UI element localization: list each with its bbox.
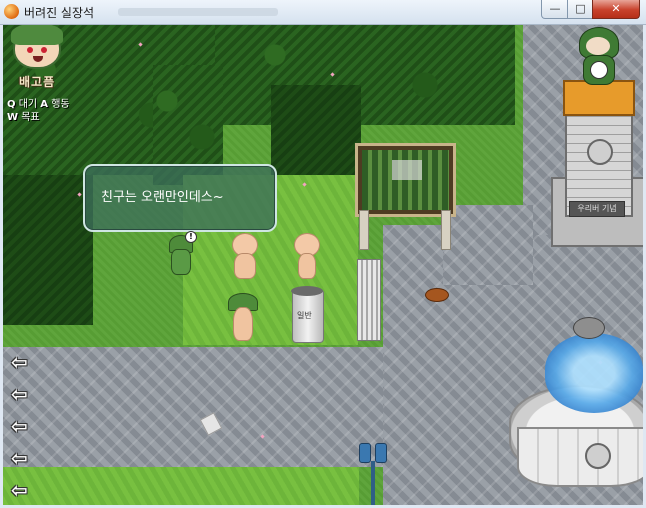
- naked-creature[interactable]: [291, 233, 321, 279]
- speech-bubble: 친구는 오랜만인데스~: [83, 164, 277, 232]
- portrait-mouth: [33, 56, 43, 62]
- portrait-eye: [41, 47, 47, 53]
- maximize-button[interactable]: □: [567, 0, 594, 19]
- creature-body: [233, 307, 253, 341]
- bread-item[interactable]: [425, 288, 449, 302]
- left-arrow-icon[interactable]: ⇦: [11, 416, 37, 436]
- park-map: [362, 150, 449, 210]
- monument-plaque: 우리버 기념: [569, 201, 625, 217]
- statue-face: [586, 37, 610, 55]
- trash-can-lid: [291, 286, 323, 296]
- left-arrow-icon[interactable]: ⇦: [11, 480, 37, 500]
- park-map-board[interactable]: [355, 143, 456, 217]
- hunger-status: 배고픔: [19, 75, 56, 89]
- lamp-light: [375, 443, 387, 463]
- left-arrow-icon[interactable]: ⇦: [11, 448, 37, 468]
- naked-creature[interactable]: [229, 233, 259, 279]
- stone-path: [3, 347, 383, 467]
- trash-can[interactable]: 일반: [291, 286, 324, 343]
- street-lamp: [359, 443, 387, 505]
- trash-can-label: 일반: [297, 311, 312, 320]
- left-arrow-icon[interactable]: ⇦: [11, 352, 37, 372]
- window-title: 버려진 실장석: [24, 6, 95, 20]
- grass-patch: [3, 465, 359, 505]
- board-post: [359, 210, 369, 250]
- fountain-emblem: [585, 443, 611, 469]
- hint-key: A: [40, 99, 49, 110]
- forest-canopy: [3, 175, 93, 325]
- portrait-hood: [11, 25, 63, 45]
- monument-emblem: [587, 139, 613, 165]
- fountain-wall: [517, 427, 643, 487]
- forest-canopy: [215, 25, 515, 125]
- fountain-statue: [573, 317, 605, 339]
- character-portrait: [11, 25, 63, 69]
- exclamation-icon: !: [185, 231, 197, 243]
- game-viewport[interactable]: 배고픔 Q 대기 A 행동 W 목표 친구는 오랜만인데스~ ! 일반 ⇦ ⇦ …: [3, 25, 643, 505]
- title-bar[interactable]: 버려진 실장석 — □ ✕: [0, 0, 646, 25]
- board-post: [441, 210, 451, 250]
- park-bench[interactable]: [357, 259, 381, 341]
- hint-goal: W 목표: [7, 108, 40, 123]
- hint-key: W: [7, 112, 19, 123]
- clock-icon: [590, 61, 608, 79]
- hooded-creature[interactable]: [227, 293, 258, 341]
- app-icon: [4, 4, 19, 19]
- lamp-light: [359, 443, 371, 463]
- jissouseki-statue[interactable]: [573, 27, 623, 85]
- portrait-eye: [27, 47, 33, 53]
- statue-pedestal: [563, 80, 635, 116]
- left-arrow-icon[interactable]: ⇦: [11, 384, 37, 404]
- hint-label: 행동: [51, 99, 70, 110]
- game-window: 버려진 실장석 — □ ✕ 배고픔 Q 대기 A 행동 W 목표 친구는 오랜만…: [0, 0, 646, 508]
- minimize-button[interactable]: —: [541, 0, 569, 19]
- status-hud: 배고픔 Q 대기 A 행동 W 목표: [5, 25, 87, 125]
- hint-label: 목표: [21, 112, 40, 123]
- fountain-water[interactable]: [545, 333, 643, 413]
- lamp-pole: [371, 461, 375, 505]
- creature-body: [298, 253, 316, 279]
- close-button[interactable]: ✕: [592, 0, 640, 19]
- stone-path: [443, 205, 533, 285]
- creature-body: [234, 253, 256, 279]
- green-dress: [171, 249, 191, 275]
- title-blurred-text: [118, 8, 278, 16]
- dialogue-text: 친구는 오랜만인데스~: [101, 190, 224, 205]
